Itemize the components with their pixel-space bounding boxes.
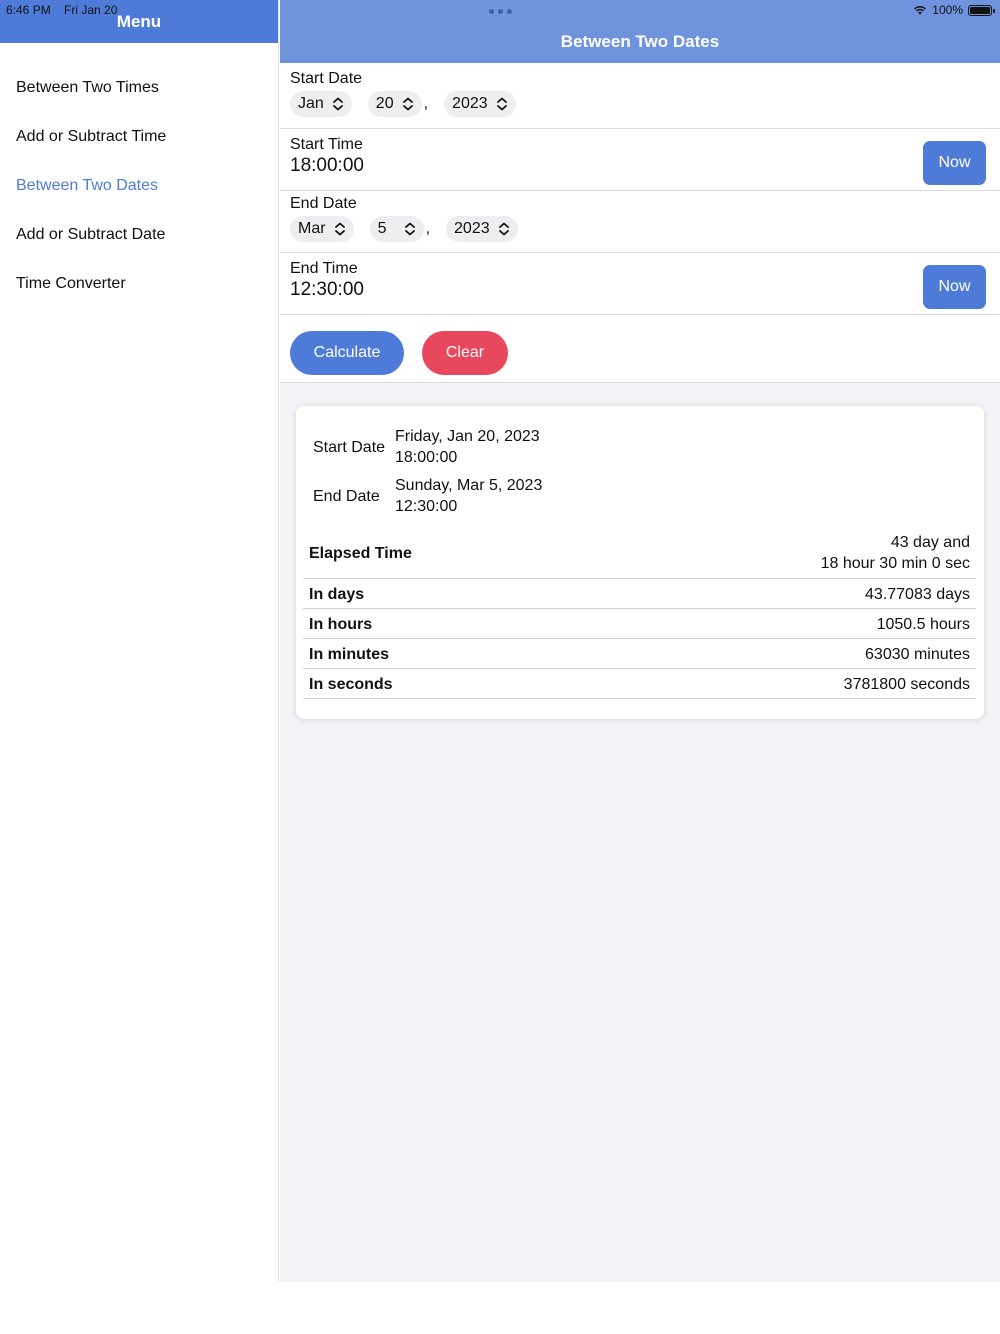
result-start-date-line2: 18:00:00 — [395, 449, 458, 466]
end-time-value[interactable]: 12:30:00 — [290, 279, 364, 301]
menu-item-add-subtract-date[interactable]: Add or Subtract Date — [0, 210, 278, 259]
result-end-date-line1: Sunday, Mar 5, 2023 — [395, 477, 543, 494]
start-month-value: Jan — [298, 95, 324, 112]
date-form: Start Date Jan 20 , 2023 Start Time 18:0… — [280, 63, 1000, 383]
result-row-seconds: In seconds 3781800 seconds — [303, 669, 976, 699]
start-year-value: 2023 — [452, 95, 488, 112]
date-separator: , — [425, 220, 431, 237]
end-day-picker[interactable]: 5 — [369, 216, 424, 242]
end-year-picker[interactable]: 2023 — [446, 216, 518, 242]
multitasking-dots-icon[interactable] — [489, 9, 512, 14]
start-year-picker[interactable]: 2023 — [444, 91, 516, 117]
main-panel: 100% Between Two Dates Start Date Jan 20… — [280, 0, 1000, 1282]
end-date-pickers: Mar 5 , 2023 — [290, 216, 534, 242]
start-date-pickers: Jan 20 , 2023 — [290, 91, 532, 117]
menu-item-between-two-dates[interactable]: Between Two Dates — [0, 161, 278, 210]
battery-percent: 100% — [932, 3, 963, 17]
wifi-icon — [914, 6, 927, 15]
start-time-value[interactable]: 18:00:00 — [290, 155, 364, 177]
result-start-date-label: Start Date — [313, 439, 386, 456]
end-time-row: End Time 12:30:00 Now — [280, 253, 1000, 315]
in-days-value: 43.77083 days — [865, 586, 970, 603]
result-card: Start Date Friday, Jan 20, 2023 18:00:00… — [296, 406, 984, 719]
result-end-date: End Date Sunday, Mar 5, 2023 12:30:00 — [313, 475, 713, 519]
in-days-label: In days — [309, 586, 365, 603]
page-title: Between Two Dates — [560, 32, 720, 51]
chevron-up-down-icon — [498, 222, 509, 236]
start-day-value: 20 — [375, 95, 394, 112]
end-day-value: 5 — [377, 220, 387, 237]
start-day-picker[interactable]: 20 — [367, 91, 422, 117]
menu-title: Menu — [116, 12, 162, 31]
in-hours-label: In hours — [309, 616, 373, 633]
end-month-value: Mar — [298, 220, 326, 237]
elapsed-time-line1: 43 day and — [890, 534, 970, 551]
calculate-button[interactable]: Calculate — [290, 331, 404, 375]
in-minutes-value: 63030 minutes — [865, 646, 970, 663]
end-date-label: End Date — [290, 195, 357, 212]
date-separator: , — [423, 95, 429, 112]
bottom-safe-area — [0, 1282, 1000, 1334]
result-row-days: In days 43.77083 days — [303, 579, 976, 609]
result-end-date-value: Sunday, Mar 5, 2023 12:30:00 — [395, 475, 542, 517]
chevron-up-down-icon — [404, 222, 415, 236]
nav-bar: 100% Between Two Dates — [280, 0, 1000, 63]
end-time-label: End Time — [290, 260, 358, 277]
result-start-date-line1: Friday, Jan 20, 2023 — [395, 428, 540, 445]
sidebar: 6:46 PM Fri Jan 20 Menu Between Two Time… — [0, 0, 279, 1282]
menu-item-add-subtract-time[interactable]: Add or Subtract Time — [0, 112, 278, 161]
elapsed-time-line2: 18 hour 30 min 0 sec — [820, 555, 970, 572]
menu-item-time-converter[interactable]: Time Converter — [0, 259, 278, 308]
start-month-picker[interactable]: Jan — [290, 91, 352, 117]
result-row-minutes: In minutes 63030 minutes — [303, 639, 976, 669]
elapsed-time-label: Elapsed Time — [309, 545, 412, 562]
chevron-up-down-icon — [496, 97, 507, 111]
sidebar-header: 6:46 PM Fri Jan 20 Menu — [0, 0, 278, 43]
end-month-picker[interactable]: Mar — [290, 216, 354, 242]
in-seconds-label: In seconds — [309, 676, 393, 693]
start-date-label: Start Date — [290, 70, 363, 87]
start-time-row: Start Time 18:00:00 Now — [280, 129, 1000, 191]
status-bar-right: 100% — [913, 3, 995, 17]
start-date-row: Start Date Jan 20 , 2023 — [280, 63, 1000, 129]
end-year-value: 2023 — [454, 220, 490, 237]
start-time-now-button[interactable]: Now — [923, 141, 986, 185]
battery-icon — [968, 4, 995, 16]
menu-item-between-two-times[interactable]: Between Two Times — [0, 63, 278, 112]
action-bar: Calculate Clear — [280, 315, 1000, 383]
menu-list: Between Two Times Add or Subtract Time B… — [0, 43, 278, 308]
in-seconds-value: 3781800 seconds — [843, 676, 970, 693]
chevron-up-down-icon — [402, 97, 413, 111]
result-row-hours: In hours 1050.5 hours — [303, 609, 976, 639]
clear-button[interactable]: Clear — [422, 331, 508, 375]
result-end-date-label: End Date — [313, 488, 380, 505]
elapsed-time-value: 43 day and 18 hour 30 min 0 sec — [821, 532, 970, 574]
end-time-now-button[interactable]: Now — [923, 265, 986, 309]
result-start-date-value: Friday, Jan 20, 2023 18:00:00 — [395, 426, 540, 468]
in-hours-value: 1050.5 hours — [876, 616, 970, 633]
chevron-up-down-icon — [334, 222, 345, 236]
chevron-up-down-icon — [332, 97, 343, 111]
result-end-date-line2: 12:30:00 — [395, 498, 458, 515]
result-start-date: Start Date Friday, Jan 20, 2023 18:00:00 — [313, 426, 713, 470]
result-row-elapsed: Elapsed Time 43 day and 18 hour 30 min 0… — [303, 531, 976, 579]
start-time-label: Start Time — [290, 136, 363, 153]
end-date-row: End Date Mar 5 , 2023 — [280, 191, 1000, 253]
in-minutes-label: In minutes — [309, 646, 390, 663]
